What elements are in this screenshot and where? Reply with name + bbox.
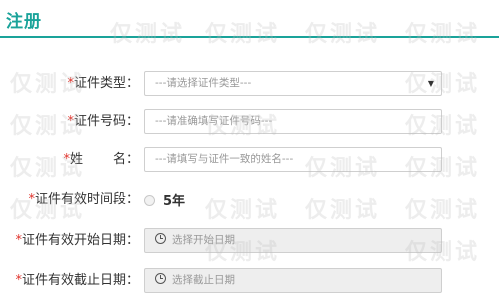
page-title: 注册 [6,12,42,32]
start-date-placeholder: 选择开始日期 [172,234,235,246]
name-input[interactable]: ---请填写与证件一致的姓名--- [144,147,442,172]
id-number-label: *证件号码： [67,114,139,129]
radio-icon[interactable] [144,195,155,206]
chevron-down-icon: ▼ [427,79,434,88]
start-date-input[interactable]: 选择开始日期 [144,228,442,253]
validity-row: *证件有效时间段： 5年 [0,184,499,216]
registration-page: 注册 *证件类型： ---请选择证件类型--- ▼ *证件号码： ---请准确填… [0,0,499,299]
end-date-input[interactable]: 选择截止日期 [144,268,442,293]
id-number-placeholder: ---请准确填写证件号码--- [155,115,273,127]
id-type-row: *证件类型： ---请选择证件类型--- ▼ [0,68,499,100]
start-date-row: *证件有效开始日期： 选择开始日期 [0,225,499,257]
clock-icon [155,273,166,284]
id-number-row: *证件号码： ---请准确填写证件号码--- [0,106,499,138]
end-date-row: *证件有效截止日期： 选择截止日期 [0,265,499,297]
id-number-input[interactable]: ---请准确填写证件号码--- [144,109,442,134]
end-date-placeholder: 选择截止日期 [172,274,235,286]
watermark: 仅测试 [405,22,481,47]
name-row: *姓 名： ---请填写与证件一致的姓名--- [0,144,499,176]
end-date-label: *证件有效截止日期： [15,273,139,288]
validity-label: *证件有效时间段： [28,192,139,207]
start-date-label: *证件有效开始日期： [15,233,139,248]
id-type-placeholder: ---请选择证件类型--- [155,77,252,89]
title-divider [0,36,499,38]
id-type-select[interactable]: ---请选择证件类型--- ▼ [144,71,442,96]
watermark: 仅测试 [305,22,381,47]
id-type-label: *证件类型： [67,76,139,91]
name-label: *姓 名： [63,152,139,167]
watermark: 仅测试 [110,22,186,47]
validity-option-label: 5年 [163,194,186,209]
watermark: 仅测试 [205,22,281,47]
validity-option-5y[interactable]: 5年 [144,184,185,216]
clock-icon [155,233,166,244]
name-placeholder: ---请填写与证件一致的姓名--- [155,153,294,165]
